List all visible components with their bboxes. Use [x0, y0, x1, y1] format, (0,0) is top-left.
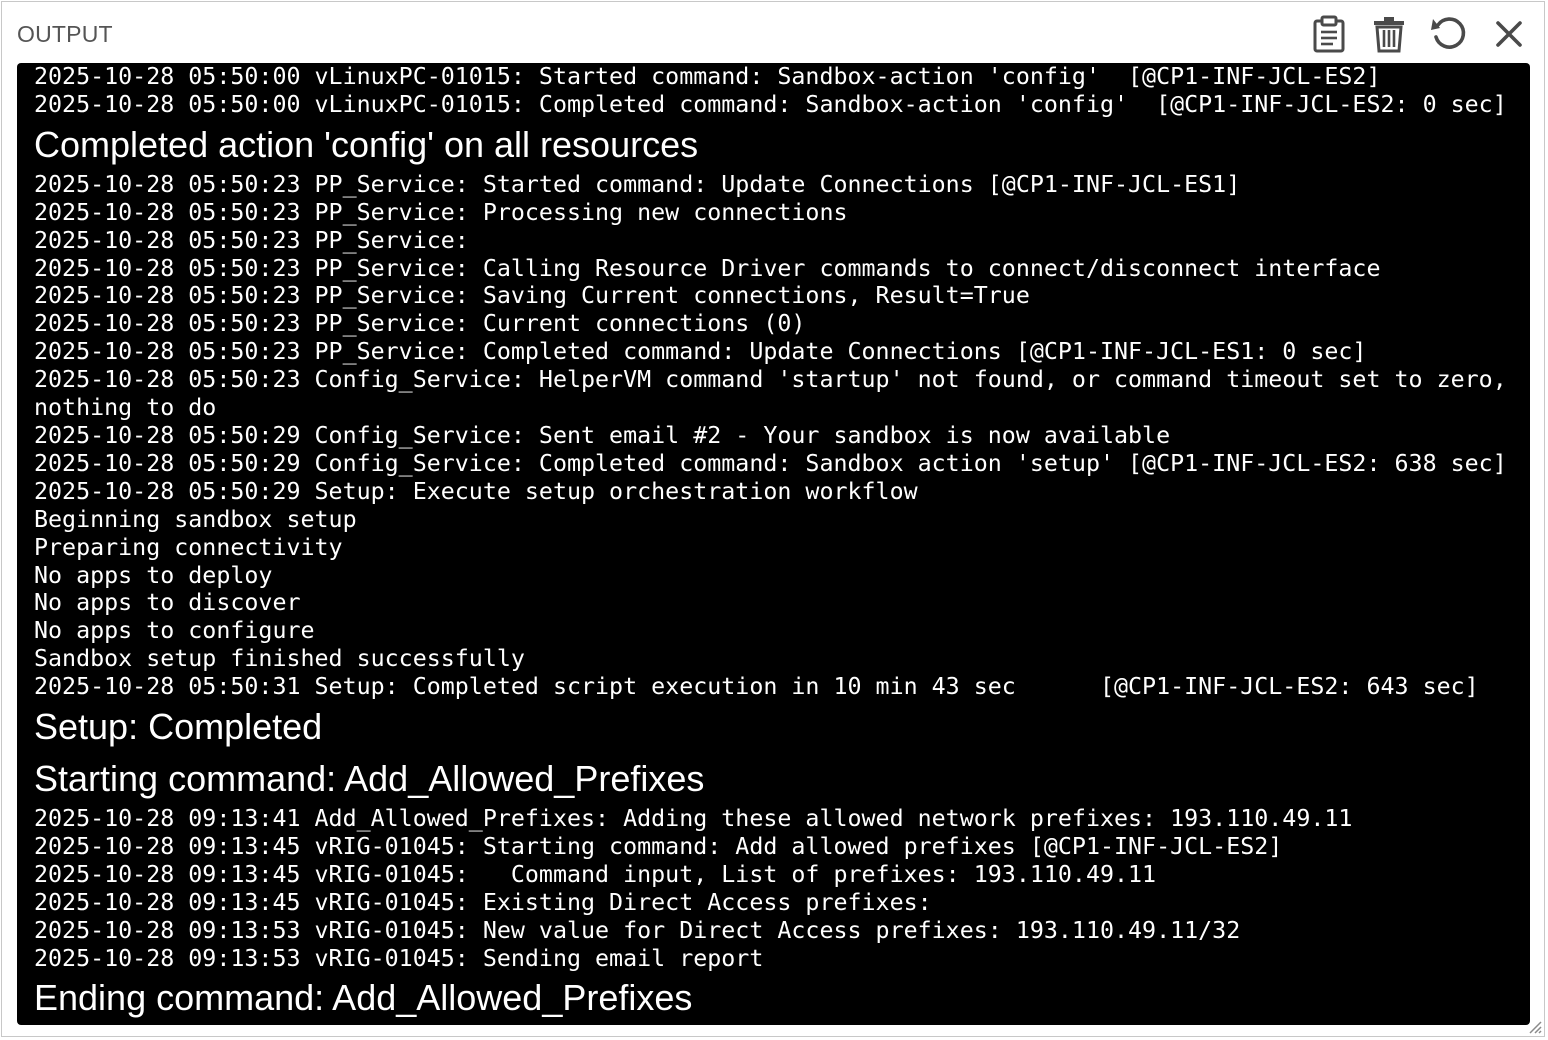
copy-button[interactable] — [1306, 12, 1352, 56]
log-line: Sandbox setup finished successfully — [34, 645, 525, 673]
close-icon — [1494, 19, 1524, 49]
log-heading: Ending command: Add_Allowed_Prefixes — [34, 977, 693, 1019]
log-line: 2025-10-28 09:13:53 vRIG-01045: New valu… — [34, 916, 1241, 944]
output-console[interactable]: 2025-10-28 05:50:00 vLinuxPC-01015: Star… — [17, 63, 1530, 1025]
resize-grip-icon[interactable] — [1526, 1018, 1542, 1034]
log-heading: Setup: Completed — [34, 706, 323, 748]
log-line: 2025-10-28 05:50:23 PP_Service: Current … — [34, 310, 806, 338]
log-line: 2025-10-28 05:50:23 PP_Service: Started … — [34, 170, 1241, 198]
log-heading: Completed action 'config' on all resourc… — [34, 123, 699, 165]
log-line: Beginning sandbox setup — [34, 505, 357, 533]
refresh-icon — [1430, 15, 1468, 53]
log-line: 2025-10-28 05:50:29 Config_Service: Comp… — [34, 449, 1507, 477]
log-line: 2025-10-28 05:50:29 Config_Service: Sent… — [34, 421, 1171, 449]
log-line: No apps to discover — [34, 589, 301, 617]
log-line: 2025-10-28 09:13:45 vRIG-01045: Existing… — [34, 888, 946, 916]
log-line: 2025-10-28 05:50:23 Config_Service: Help… — [34, 366, 1521, 422]
log-heading: Starting command: Add_Allowed_Prefixes — [34, 758, 705, 800]
output-panel: OUTPUT 2025-10-28 05:50:00 vLinuxPC-0101… — [1, 1, 1545, 1037]
log-line: 2025-10-28 05:50:29 Setup: Execute setup… — [34, 477, 918, 505]
log-line: Preparing connectivity — [34, 533, 343, 561]
panel-title: OUTPUT — [17, 21, 113, 47]
refresh-button[interactable] — [1426, 12, 1472, 56]
log-line: 2025-10-28 05:50:23 PP_Service: — [34, 226, 483, 254]
log-line: 2025-10-28 05:50:23 PP_Service: Calling … — [34, 254, 1381, 282]
clipboard-icon — [1311, 15, 1347, 53]
log-line: 2025-10-28 05:50:23 PP_Service: Saving C… — [34, 282, 1030, 310]
log-line: No apps to deploy — [34, 561, 273, 589]
log-line: 2025-10-28 09:13:41 Add_Allowed_Prefixes… — [34, 805, 1353, 833]
close-button[interactable] — [1486, 12, 1532, 56]
log-line: 2025-10-28 05:50:00 vLinuxPC-01015: Star… — [34, 63, 1381, 90]
log-line: 2025-10-28 05:50:23 PP_Service: Processi… — [34, 198, 848, 226]
trash-icon — [1372, 15, 1406, 53]
log-line: 2025-10-28 05:50:00 vLinuxPC-01015: Comp… — [34, 90, 1507, 118]
toolbar — [1306, 12, 1532, 56]
log-line: 2025-10-28 09:13:53 vRIG-01045: Sending … — [34, 944, 764, 972]
log-line: 2025-10-28 05:50:31 Setup: Completed scr… — [34, 673, 1479, 701]
clear-button[interactable] — [1366, 12, 1412, 56]
log-line: 2025-10-28 05:50:23 PP_Service: Complete… — [34, 338, 1367, 366]
log-line: 2025-10-28 09:13:45 vRIG-01045: Starting… — [34, 832, 1283, 860]
log-line: No apps to configure — [34, 617, 315, 645]
log-line: 2025-10-28 09:13:45 vRIG-01045: Command … — [34, 860, 1157, 888]
log-list: 2025-10-28 05:50:00 vLinuxPC-01015: Star… — [34, 63, 1514, 1024]
